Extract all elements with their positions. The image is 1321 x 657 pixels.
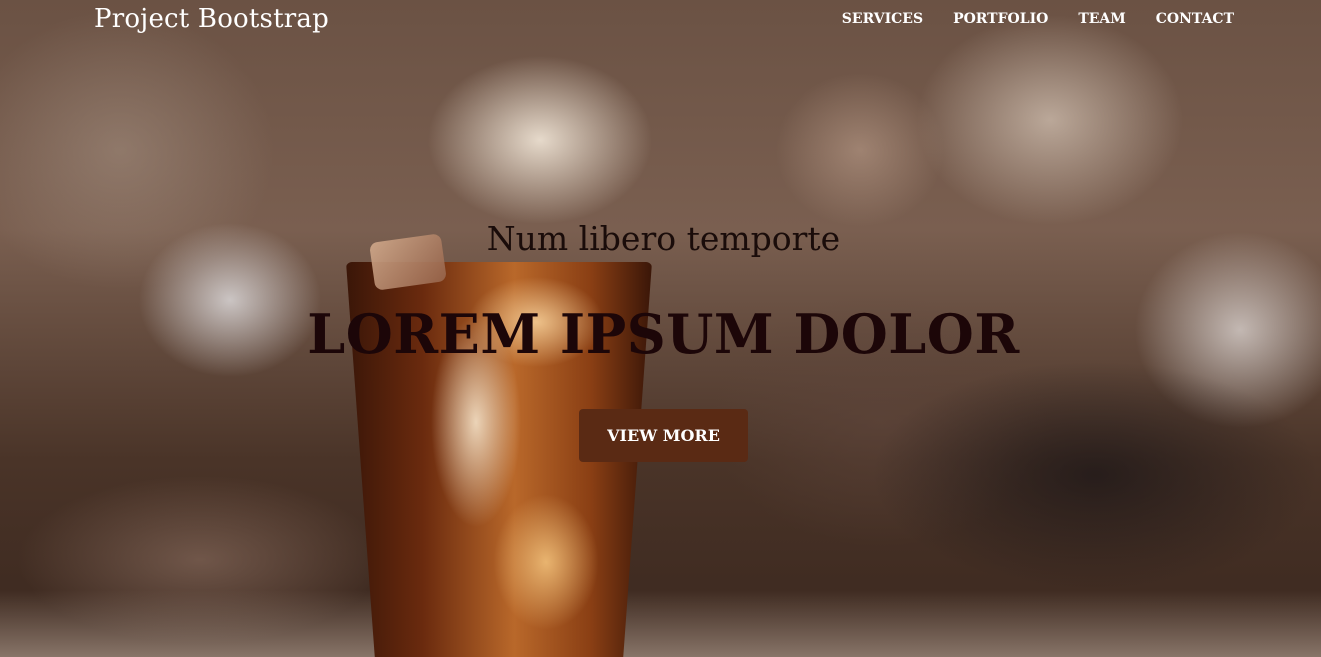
view-more-button[interactable]: VIEW MORE — [579, 409, 748, 462]
hero-subtitle: Num libero temporte — [486, 219, 841, 258]
hero-content: Num libero temporte LOREM IPSUM DOLOR VI… — [0, 0, 1321, 657]
hero-headline: LOREM IPSUM DOLOR — [307, 302, 1020, 366]
